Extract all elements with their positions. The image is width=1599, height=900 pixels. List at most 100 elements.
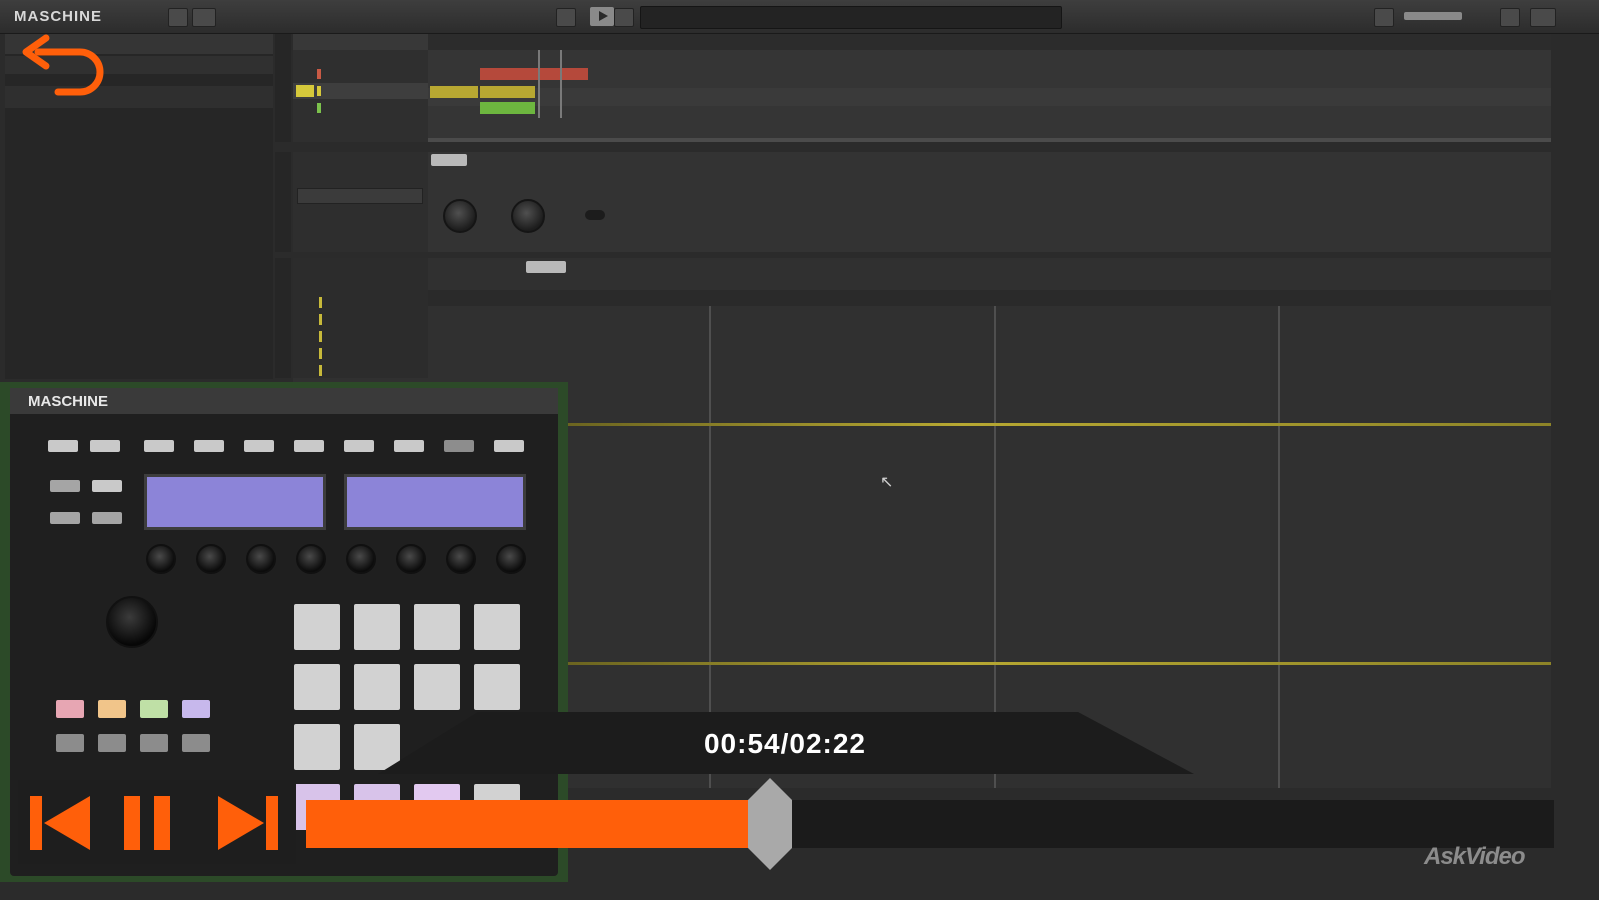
pattern-clip[interactable] [480, 68, 588, 80]
askvideo-watermark: AskVideo [1424, 843, 1525, 870]
controller-logo: MASCHINE [28, 393, 109, 410]
playhead[interactable] [560, 50, 562, 118]
hw-knob [246, 544, 276, 574]
hw-pad [414, 664, 460, 710]
hw-group-button [98, 734, 126, 752]
hw-group-button [56, 700, 84, 718]
group-row-a[interactable] [293, 66, 428, 82]
beat-line [1278, 306, 1280, 788]
hw-knob [346, 544, 376, 574]
pattern-ruler[interactable] [428, 290, 1551, 306]
sound-row[interactable] [293, 311, 428, 327]
parameter-switch[interactable] [585, 210, 605, 220]
hw-display-left [144, 474, 326, 530]
menu-button[interactable] [168, 8, 188, 27]
playback-time: 00:54/02:22 [703, 728, 866, 759]
parameter-knob[interactable] [511, 199, 545, 233]
skip-forward-icon[interactable] [216, 792, 280, 854]
controller-header: MASCHINE [10, 388, 558, 414]
progress-bar[interactable] [306, 778, 1554, 870]
settings-button[interactable] [1500, 8, 1520, 27]
hw-button [344, 440, 374, 452]
hw-display-right [344, 474, 526, 530]
hw-pad [354, 664, 400, 710]
hw-button [294, 440, 324, 452]
restart-button[interactable] [556, 8, 576, 27]
scene-marker [538, 50, 540, 118]
hw-pad [414, 604, 460, 650]
hw-button [244, 440, 274, 452]
control-area [293, 152, 1551, 252]
hw-knob [146, 544, 176, 574]
parameter-knob[interactable] [443, 199, 477, 233]
pattern-side-strip [275, 258, 291, 378]
progress-handle[interactable] [746, 778, 794, 870]
pause-icon[interactable] [122, 792, 186, 854]
control-side-strip [275, 152, 291, 252]
pattern-clip[interactable] [430, 86, 478, 98]
modulation-line [568, 662, 1551, 665]
param-page-tab[interactable] [431, 154, 467, 166]
editor-mode-tab[interactable] [526, 261, 566, 273]
play-button[interactable] [590, 7, 614, 26]
plugin-selector[interactable] [297, 188, 423, 204]
arranger-timeline[interactable] [428, 34, 1551, 142]
hw-button [50, 512, 80, 524]
pattern-clip[interactable] [480, 86, 535, 98]
connect-button[interactable] [192, 8, 216, 27]
sound-row[interactable] [293, 345, 428, 361]
hw-group-button [98, 700, 126, 718]
hw-button [144, 440, 174, 452]
view-button[interactable] [1374, 8, 1394, 27]
master-volume-slider[interactable] [1404, 12, 1462, 20]
group-row-b[interactable] [293, 83, 428, 99]
hw-pad [354, 604, 400, 650]
hw-button [194, 440, 224, 452]
hw-pad [294, 724, 340, 770]
modulation-line [568, 423, 1551, 426]
hw-group-button [182, 700, 210, 718]
hw-group-button [140, 734, 168, 752]
plugin-slot-panel [293, 152, 428, 252]
top-toolbar: MASCHINE [0, 0, 1599, 34]
hw-jog-wheel [106, 596, 158, 648]
hw-pad [474, 604, 520, 650]
player-controls [18, 780, 296, 864]
hw-button [50, 480, 80, 492]
hw-group-button [140, 700, 168, 718]
back-arrow-icon[interactable] [18, 30, 108, 98]
record-button[interactable] [614, 8, 634, 27]
hw-group-button [56, 734, 84, 752]
hw-button [494, 440, 524, 452]
hw-button [48, 440, 78, 452]
group-row-c[interactable] [293, 100, 428, 116]
sound-row[interactable] [293, 362, 428, 378]
hw-knob [396, 544, 426, 574]
hw-knob [196, 544, 226, 574]
fullscreen-button[interactable] [1530, 8, 1556, 27]
selected-lane [428, 88, 1551, 106]
pattern-clip[interactable] [480, 102, 535, 114]
project-header[interactable] [293, 34, 428, 50]
hw-button [444, 440, 474, 452]
sound-row[interactable] [293, 294, 428, 310]
hw-button [92, 480, 122, 492]
skip-back-icon[interactable] [28, 792, 92, 854]
app-logo: MASCHINE [14, 8, 103, 25]
sound-list [293, 258, 428, 378]
hw-group-button [182, 734, 210, 752]
hw-button [90, 440, 120, 452]
mouse-cursor-icon: ↖ [880, 474, 894, 491]
hw-pad [294, 604, 340, 650]
scene-ruler[interactable] [428, 34, 1551, 50]
hw-pad [474, 664, 520, 710]
progress-fill [306, 800, 768, 848]
arranger-scrollbar[interactable] [428, 138, 1551, 142]
hw-knob [496, 544, 526, 574]
hw-button [92, 512, 122, 524]
hw-knob [446, 544, 476, 574]
sound-row[interactable] [293, 328, 428, 344]
hw-knob [296, 544, 326, 574]
group-list [293, 34, 428, 142]
hw-pad [294, 664, 340, 710]
